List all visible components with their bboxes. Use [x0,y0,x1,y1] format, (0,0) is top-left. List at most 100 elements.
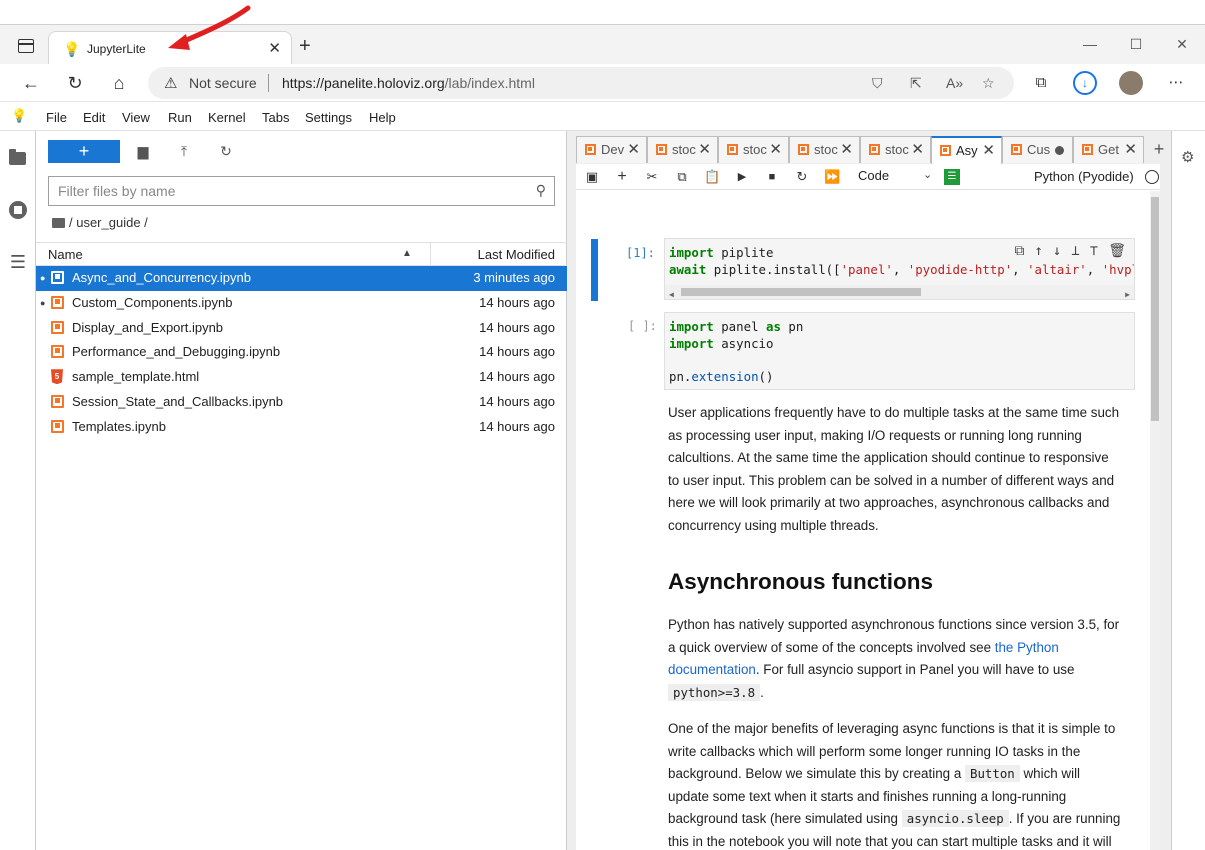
markdown-cell-heading[interactable]: Asynchronous functions [668,568,1123,596]
file-browser-tab-icon[interactable] [9,149,27,167]
close-icon[interactable]: ✕ [982,141,995,159]
scrollbar-thumb[interactable] [681,288,921,296]
scrollbar-thumb[interactable] [1151,197,1159,421]
cell-type-select[interactable]: Code [858,168,889,183]
file-row[interactable]: Performance_and_Debugging.ipynb 14 hours… [36,340,567,365]
profile-avatar[interactable] [1119,71,1143,95]
running-kernels-tab-icon[interactable] [9,201,27,219]
duplicate-cell-icon[interactable]: ⧉ [1014,243,1024,260]
close-icon[interactable]: ✕ [627,140,640,158]
tab-get[interactable]: Get ✕ [1073,136,1144,163]
code-cell-2[interactable]: import panel as pn import asyncio pn.ext… [664,312,1135,390]
file-row[interactable]: 5 sample_template.html 14 hours ago [36,365,567,390]
markdown-cell-intro[interactable]: User applications frequently have to do … [668,402,1123,538]
paste-icon[interactable]: 📋 [704,169,720,185]
notebook-content[interactable]: [1]: import piplite await piplite.instal… [576,191,1160,850]
add-tab-icon[interactable]: + [1148,136,1170,163]
close-tab-icon[interactable]: ✕ [268,39,281,57]
scroll-right-icon[interactable]: ▶ [1125,287,1130,299]
add-favorite-icon[interactable]: ☆ [982,75,995,92]
gears-icon[interactable]: ⚙ [1181,148,1194,166]
close-icon[interactable]: ✕ [911,140,924,158]
tab-actions-icon[interactable] [18,39,34,53]
menu-settings[interactable]: Settings [305,110,352,125]
menu-tabs[interactable]: Tabs [262,110,289,125]
markdown-cell-body-2[interactable]: One of the major benefits of leveraging … [668,718,1123,850]
unsaved-dot-icon[interactable] [1055,146,1064,155]
menu-file[interactable]: File [46,110,67,125]
refresh-icon[interactable]: ↻ [62,70,88,96]
chevron-down-icon[interactable]: ⌄ [923,168,932,181]
file-row[interactable]: Display_and_Export.ipynb 14 hours ago [36,316,567,341]
security-label[interactable]: Not secure [189,75,257,91]
file-filter-input[interactable] [49,177,519,205]
vertical-scrollbar[interactable] [1150,191,1160,850]
back-icon[interactable]: ← [18,70,44,96]
breadcrumb-path[interactable]: / user_guide / [69,215,148,230]
column-name-header[interactable]: Name [48,247,83,262]
home-icon[interactable]: ⌂ [106,70,132,96]
kernel-name[interactable]: Python (Pyodide) [1034,169,1134,184]
minimize-icon[interactable]: — [1067,25,1113,65]
cut-icon[interactable]: ✂ [644,169,660,185]
read-aloud-icon[interactable]: A» [946,75,963,91]
tab-stoc-2[interactable]: stoc ✕ [718,136,789,163]
collections-icon[interactable]: ⧉ [1029,71,1053,95]
menu-edit[interactable]: Edit [83,110,105,125]
file-row[interactable]: Templates.ipynb 14 hours ago [36,415,567,440]
menu-kernel[interactable]: Kernel [208,110,246,125]
stop-icon[interactable]: ■ [764,169,780,185]
horizontal-scrollbar[interactable]: ◀ ▶ [665,285,1134,299]
breadcrumb[interactable]: / user_guide / [52,215,148,230]
download-icon[interactable]: ↓ [1073,71,1097,95]
url-text[interactable]: https://panelite.holoviz.org/lab/index.h… [282,75,535,91]
property-inspector-icon[interactable]: ☰ [944,169,960,185]
menu-help[interactable]: Help [369,110,396,125]
close-icon[interactable]: ✕ [769,140,782,158]
run-all-icon[interactable]: ⏩ [824,169,840,185]
upload-icon[interactable]: ⤒ [174,143,194,161]
run-icon[interactable]: ▶ [734,169,750,185]
tab-stoc-1[interactable]: stoc ✕ [647,136,718,163]
delete-cell-icon[interactable]: 🗑 [1108,243,1126,260]
restart-icon[interactable]: ↻ [794,169,810,185]
tab-stoc-3[interactable]: stoc ✕ [789,136,860,163]
open-in-app-icon[interactable]: ⇱ [910,75,922,92]
column-modified-header[interactable]: Last Modified [478,247,555,262]
folder-icon[interactable] [52,218,65,228]
close-window-icon[interactable]: ✕ [1159,25,1205,65]
insert-above-icon[interactable]: ⊥ [1071,243,1079,260]
maximize-icon[interactable]: ☐ [1113,25,1159,65]
insert-below-icon[interactable]: ⊤ [1090,243,1098,260]
tab-dev[interactable]: Dev ✕ [576,136,647,163]
move-up-icon[interactable]: ↑ [1034,243,1042,260]
sort-ascending-icon[interactable]: ▲ [402,248,412,259]
more-menu-icon[interactable]: ⋯ [1164,71,1188,95]
menu-run[interactable]: Run [168,110,192,125]
close-icon[interactable]: ✕ [840,140,853,158]
tab-stoc-4[interactable]: stoc ✕ [860,136,931,163]
new-launcher-button[interactable]: + [48,140,120,163]
new-tab-icon[interactable]: + [299,35,311,58]
close-icon[interactable]: ✕ [698,140,711,158]
file-row[interactable]: ● Async_and_Concurrency.ipynb 3 minutes … [36,266,567,291]
new-folder-icon[interactable]: ▆ [133,143,153,161]
tab-custom[interactable]: Cus [1002,136,1073,163]
refresh-files-icon[interactable]: ↻ [216,143,236,161]
scroll-left-icon[interactable]: ◀ [669,287,674,299]
close-icon[interactable]: ✕ [1124,140,1137,158]
markdown-cell-body-1[interactable]: Python has natively supported asynchrono… [668,614,1123,704]
save-icon[interactable]: ▣ [584,169,600,185]
copy-icon[interactable]: ⧉ [674,169,690,185]
file-row[interactable]: ● Custom_Components.ipynb 14 hours ago [36,291,567,316]
column-divider[interactable] [430,243,431,266]
insert-cell-icon[interactable]: + [614,169,630,185]
table-of-contents-tab-icon[interactable]: ☰ [9,253,27,271]
menu-view[interactable]: View [122,110,150,125]
code-cell-1[interactable]: import piplite await piplite.install(['p… [664,238,1135,300]
move-down-icon[interactable]: ↓ [1053,243,1061,260]
tab-async[interactable]: Asy ✕ [931,136,1002,164]
url-field[interactable]: ⚠ Not secure https://panelite.holoviz.or… [148,67,1014,99]
file-row[interactable]: Session_State_and_Callbacks.ipynb 14 hou… [36,390,567,415]
tracking-prevention-icon[interactable]: ⛉ [872,75,883,92]
